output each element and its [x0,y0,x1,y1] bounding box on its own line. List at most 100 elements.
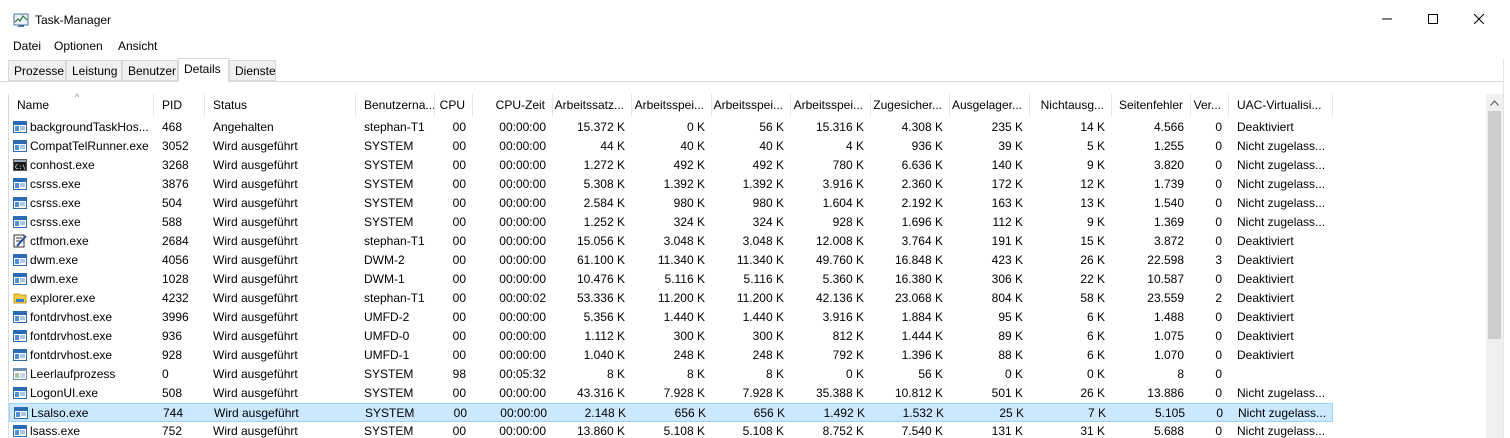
scroll-thumb[interactable] [1488,111,1501,339]
cell-page-faults: 1.070 [1153,348,1184,362]
tab-benutzer[interactable]: Benutzer [122,60,178,81]
column-header-uac-virtualization[interactable]: UAC-Virtualisi... [1229,94,1333,116]
column-header-memory-commit[interactable]: Arbeitsspei... [791,94,871,116]
cell-status: Wird ausgeführt [213,348,298,362]
title-bar: Task-Manager [0,0,1510,38]
table-row[interactable]: explorer.exe 4232 Wird ausgeführt stephan-T… [9,289,1333,308]
cell-cpu-time: 00:00:00 [499,329,546,343]
column-header-cpu[interactable]: CPU [435,94,473,116]
tab-prozesse[interactable]: Prozesse [8,60,66,81]
cell-cpu-time: 00:00:00 [499,139,546,153]
column-header-working-set[interactable]: Arbeitssatz... [553,94,632,116]
cell-pid: 3996 [162,310,189,324]
column-header-status[interactable]: Status [205,94,356,116]
cell-paged-pool: 191 K [991,234,1023,248]
cell-virtualization: 0 [1215,386,1222,400]
table-row[interactable]: ctfmon.exe 2684 Wird ausgeführt stephan-T1 0… [9,232,1333,251]
cell-pid: 0 [162,367,169,381]
column-header-virtualization[interactable]: Ver... [1191,94,1229,116]
cell-commit-size: 1.696 K [901,215,943,229]
close-button[interactable] [1456,0,1502,38]
table-row[interactable]: dwm.exe 1028 Wird ausgeführt DWM-1 00 00:00:0… [9,270,1333,289]
menu-datei[interactable]: Datei [13,39,41,53]
column-header-pid[interactable]: PID [154,94,205,116]
table-row[interactable]: Lsalso.exe 744 Wird ausgeführt SYSTEM 00 00:0… [9,403,1333,422]
cell-cpu-time: 00:00:00 [500,406,547,420]
column-header-cpu-time[interactable]: CPU-Zeit [473,94,553,116]
cell-memory-commit: 4 K [845,139,864,153]
cell-memory-commit: 49.760 K [815,253,864,267]
table-row[interactable]: LogonUI.exe 508 Wird ausgeführt SYSTEM 00 00:… [9,384,1333,403]
tab-details[interactable]: Details [178,58,229,82]
cell-virtualization: 0 [1215,272,1222,286]
cell-nonpaged-pool: 7 K [1087,406,1106,420]
cell-user: SYSTEM [364,139,414,153]
cell-user: SYSTEM [364,367,414,381]
maximize-button[interactable] [1410,0,1456,38]
cell-virtualization: 0 [1215,367,1222,381]
cell-cpu-time: 00:05:32 [499,367,546,381]
cell-uac-virtualization: Deaktiviert [1237,329,1294,343]
table-row[interactable]: csrss.exe 588 Wird ausgeführt SYSTEM 00 00:00… [9,213,1333,232]
cell-cpu: 00 [452,158,466,172]
cell-memory-shared: 40 K [759,139,784,153]
table-row[interactable]: CompatTelRunner.exe 3052 Wird ausgeführt SY… [9,137,1333,156]
cell-working-set: 1.252 K [583,215,625,229]
column-header-user[interactable]: Benutzerna... [356,94,435,116]
column-header-name[interactable]: Name [9,94,154,116]
cell-name: ctfmon.exe [30,234,89,248]
cell-paged-pool: 163 K [991,196,1023,210]
cell-pid: 1028 [162,272,189,286]
menu-optionen[interactable]: Optionen [54,39,103,53]
vertical-scrollbar[interactable] [1486,94,1503,438]
tab-leistung[interactable]: Leistung [66,60,122,81]
cell-working-set: 15.056 K [576,234,625,248]
cell-name: dwm.exe [30,272,79,286]
cell-memory-commit: 12.008 K [815,234,864,248]
cell-nonpaged-pool: 22 K [1080,272,1105,286]
table-row[interactable]: csrss.exe 504 Wird ausgeführt SYSTEM 00 00:00… [9,194,1333,213]
cell-memory-commit: 35.388 K [815,386,864,400]
cell-uac-virtualization: Nicht zugelass... [1237,177,1326,191]
table-row[interactable]: csrss.exe 3876 Wird ausgeführt SYSTEM 00 00:0… [9,175,1333,194]
cell-nonpaged-pool: 26 K [1080,386,1105,400]
cell-page-faults: 23.559 [1147,291,1184,305]
column-header-page-faults[interactable]: Seitenfehler [1112,94,1191,116]
cell-uac-virtualization: Deaktiviert [1237,253,1294,267]
table-row[interactable]: fontdrvhost.exe 3996 Wird ausgeführt UMFD-2… [9,308,1333,327]
cell-memory-shared: 8 K [765,367,784,381]
column-header-commit-size[interactable]: Zugesicher... [871,94,950,116]
cell-user: SYSTEM [364,196,414,210]
cell-cpu: 00 [452,329,466,343]
table-row[interactable]: fontdrvhost.exe 928 Wird ausgeführt UMFD-1 0… [9,346,1333,365]
table-row[interactable]: C:\ conhost.exe 3268 Wird ausgeführt SYSTEM 0… [9,156,1333,175]
ctfmon-icon [13,234,27,248]
cell-commit-size: 3.764 K [901,234,943,248]
column-header-nonpaged-pool[interactable]: Nichtausg... [1030,94,1112,116]
minimize-button[interactable] [1364,0,1410,38]
table-row[interactable]: Leerlaufprozess 0 Wird ausgeführt SYSTEM 98 0… [9,365,1333,384]
window-icon [13,329,27,343]
cell-paged-pool: 89 K [998,329,1023,343]
cell-uac-virtualization: Nicht zugelass... [1237,386,1326,400]
cell-memory-private: 1.392 K [663,177,705,191]
minimize-icon [1382,18,1392,20]
menu-ansicht[interactable]: Ansicht [118,39,157,53]
tab-dienste[interactable]: Dienste [229,60,276,81]
column-header-paged-pool[interactable]: Ausgelager... [950,94,1030,116]
table-row[interactable]: dwm.exe 4056 Wird ausgeführt DWM-2 00 00:00:0… [9,251,1333,270]
cell-virtualization: 0 [1215,139,1222,153]
cell-memory-private: 7.928 K [663,386,705,400]
table-row[interactable]: fontdrvhost.exe 936 Wird ausgeführt UMFD-0 0… [9,327,1333,346]
cell-nonpaged-pool: 6 K [1086,329,1105,343]
column-header-memory-private[interactable]: Arbeitsspei... [632,94,712,116]
cell-memory-commit: 780 K [832,158,864,172]
cell-name: conhost.exe [30,158,95,172]
table-row[interactable]: backgroundTaskHos... 468 Angehalten stephan… [9,118,1333,137]
cell-virtualization: 0 [1216,406,1223,420]
cell-paged-pool: 88 K [998,348,1023,362]
cell-nonpaged-pool: 6 K [1086,348,1105,362]
column-header-memory-shared[interactable]: Arbeitsspei... [712,94,791,116]
scroll-up-button[interactable] [1486,94,1503,111]
table-row[interactable]: lsass.exe 752 Wird ausgeführt SYSTEM 00 00:00… [9,422,1333,438]
